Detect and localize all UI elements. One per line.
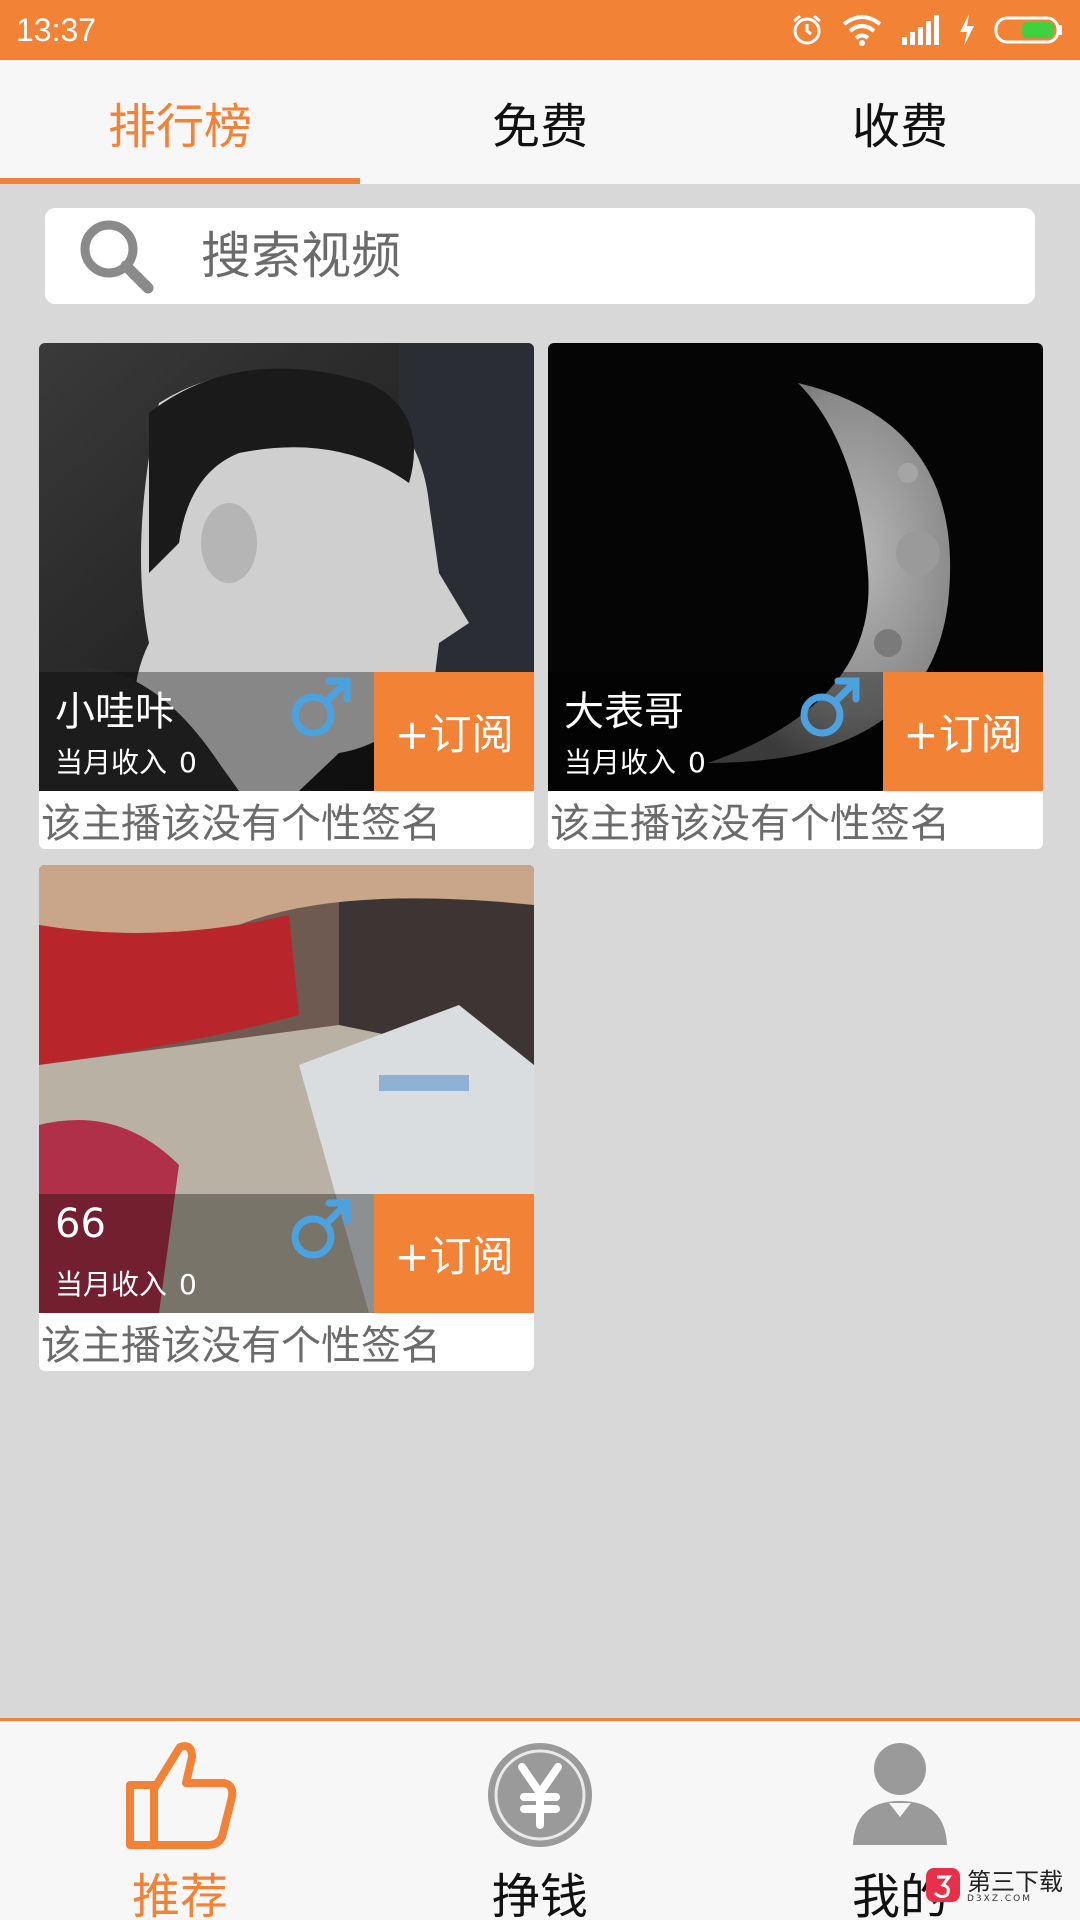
search-bar[interactable] [45,208,1035,304]
status-time: 13:37 [16,11,97,48]
watermark: 第三下载 D3XZ.COM [925,1862,1075,1912]
signal-icon [900,15,940,45]
anchor-signature: 该主播该没有个性签名 [41,1323,441,1369]
download-logo-icon [925,1867,961,1907]
male-icon [287,1193,357,1263]
tab-free[interactable]: 免费 [360,60,720,184]
income-label: 当月收入 [55,746,168,779]
tab-paid[interactable]: 收费 [720,60,1080,184]
tab-ranking[interactable]: 排行榜 [0,60,360,184]
income-value: 0 [179,746,197,779]
monthly-income: 当月收入 0 [55,741,197,781]
anchor-card[interactable]: 66 当月收入 0 +订阅 该主播该没有个性签名 [39,865,534,1371]
subscribe-button[interactable]: +订阅 [374,672,534,791]
search-input[interactable] [201,227,961,285]
status-icons [790,13,1064,47]
battery-icon [994,15,1064,45]
monthly-income: 当月收入 0 [55,1263,197,1303]
income-value: 0 [688,746,706,779]
anchor-card[interactable]: 大表哥 当月收入 0 +订阅 该主播该没有个性签名 [548,343,1043,849]
income-label: 当月收入 [564,746,677,779]
anchor-card[interactable]: 小哇咔 当月收入 0 +订阅 该主播该没有个性签名 [39,343,534,849]
monthly-income: 当月收入 0 [564,741,706,781]
income-label: 当月收入 [55,1268,168,1301]
watermark-text: 第三下载 [967,1868,1063,1896]
subscribe-button[interactable]: +订阅 [883,672,1043,791]
income-value: 0 [179,1268,197,1301]
anchor-signature: 该主播该没有个性签名 [41,801,441,847]
user-icon [840,1739,960,1851]
top-tabs: 排行榜 免费 收费 [0,60,1080,184]
wifi-icon [842,14,882,46]
nav-recommend[interactable]: 推荐 [0,1721,360,1920]
yen-coin-icon [480,1739,600,1851]
male-icon [796,671,866,741]
bottom-nav: 推荐 挣钱 我的 [0,1718,1080,1920]
male-icon [287,671,357,741]
anchor-name: 小哇咔 [55,689,175,735]
subscribe-button[interactable]: +订阅 [374,1194,534,1313]
charging-icon [958,14,976,46]
nav-earn[interactable]: 挣钱 [360,1721,720,1920]
search-icon [71,211,161,301]
nav-label: 推荐 [131,1869,228,1920]
nav-label: 挣钱 [491,1869,588,1920]
anchor-signature: 该主播该没有个性签名 [550,801,950,847]
thumbs-up-icon [120,1739,240,1851]
status-bar: 13:37 [0,0,1080,60]
anchor-name: 66 [55,1201,106,1247]
alarm-icon [790,13,824,47]
anchor-name: 大表哥 [564,689,684,735]
